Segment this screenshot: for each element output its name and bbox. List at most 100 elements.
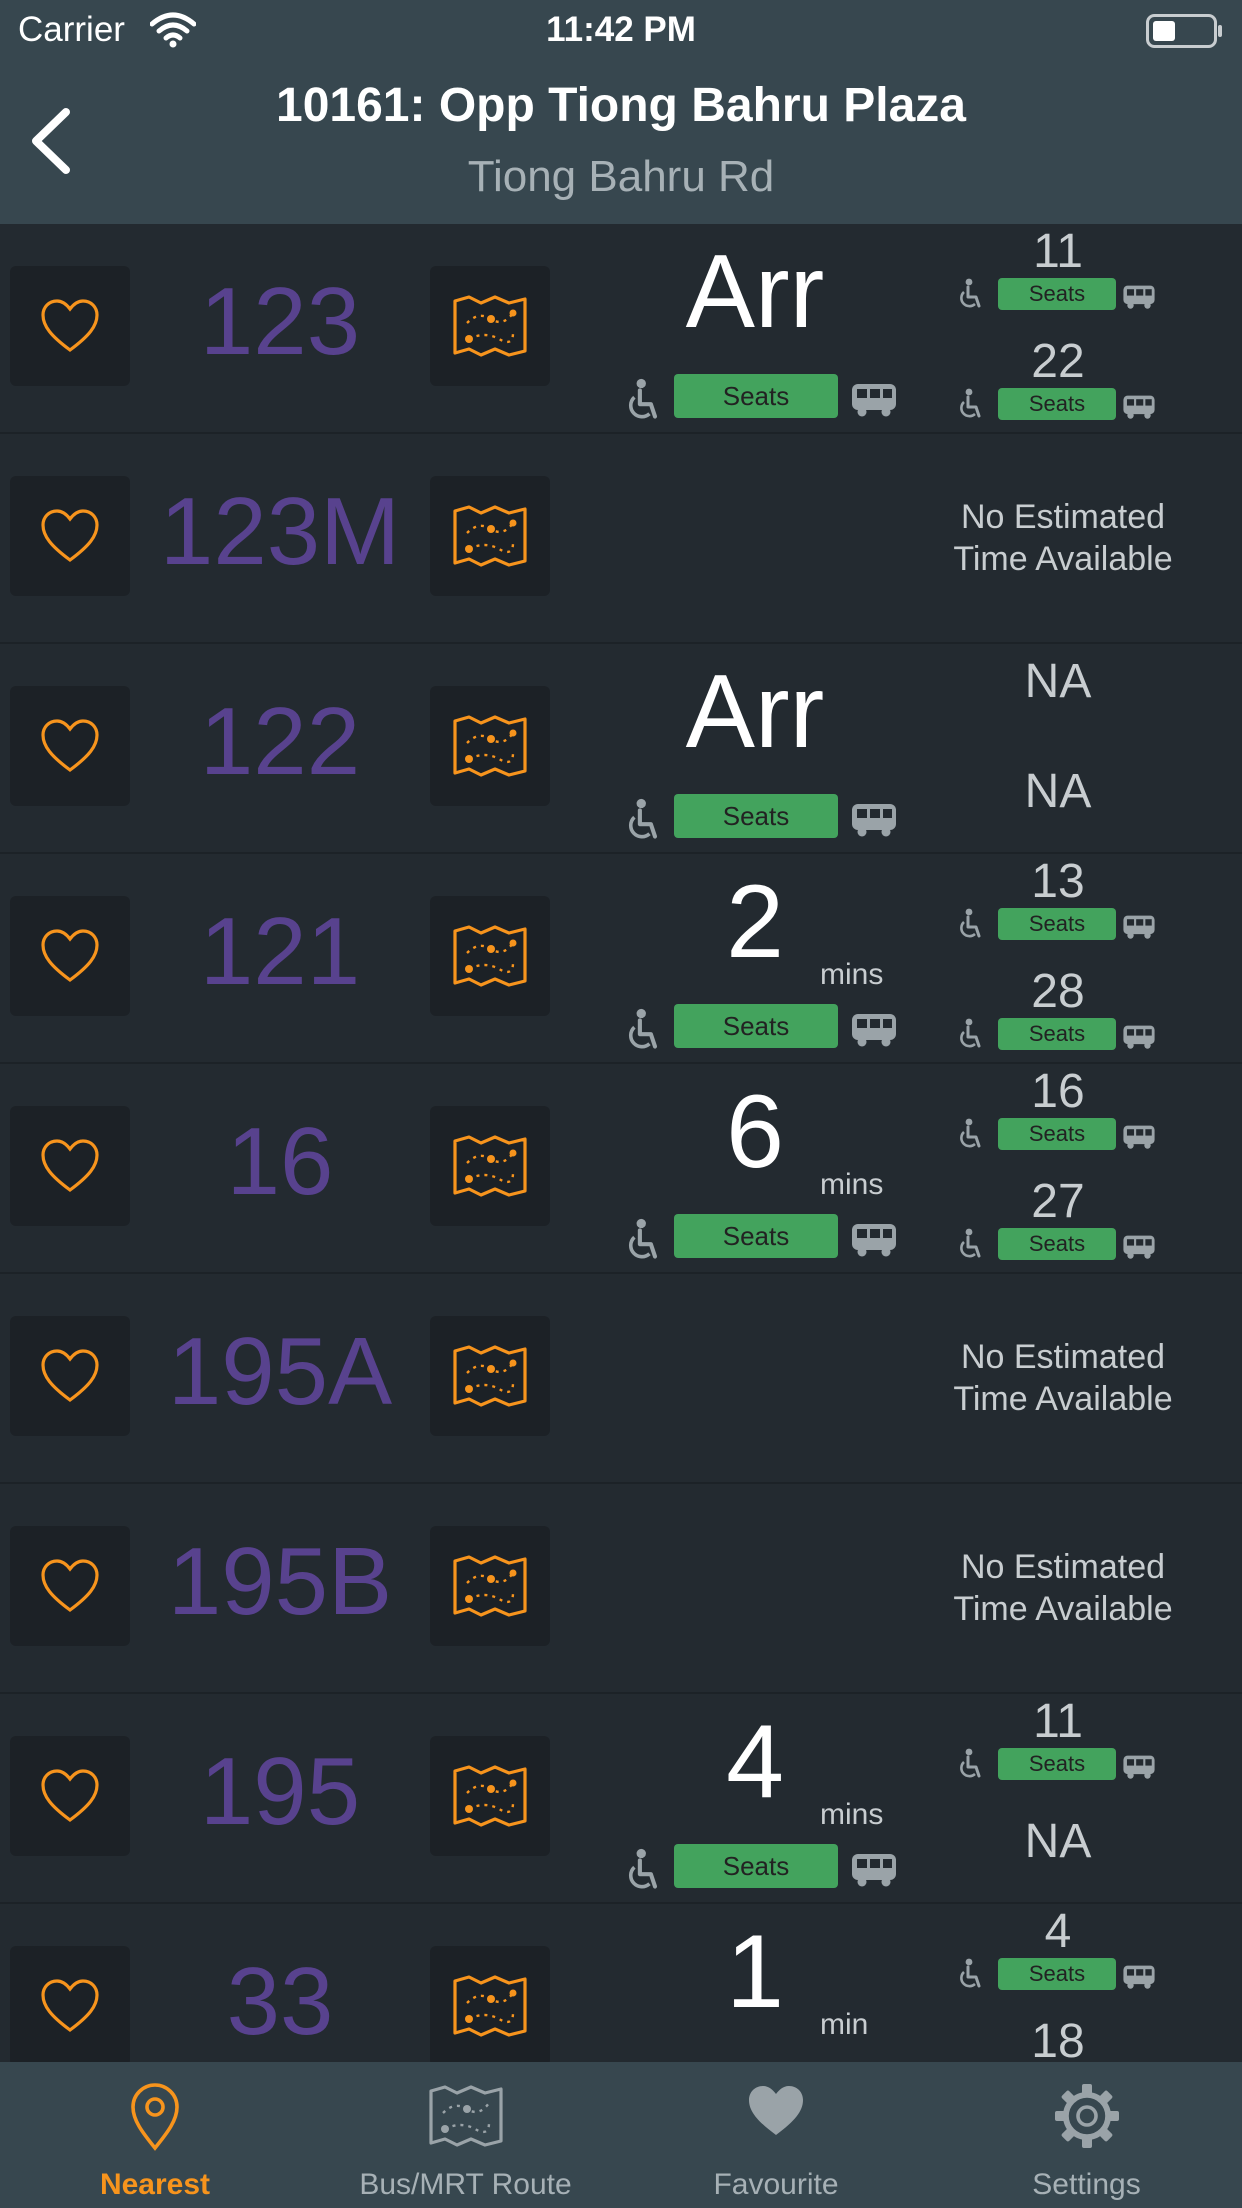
time-unit-label: mins — [820, 1798, 884, 1831]
bus-service-row[interactable]: 195A No Estimated Time Available — [0, 1274, 1242, 1484]
route-map-icon[interactable] — [430, 1106, 550, 1226]
bus-type-icon — [850, 382, 898, 418]
bus-type-icon — [1122, 1234, 1156, 1260]
navigation-bar: Carrier 11:42 PM 10161: Opp Tiong Bahru … — [0, 0, 1242, 224]
subsequent-arrival: 4 Seats — [950, 1908, 1166, 1990]
no-eta-line: No Estimated — [960, 1338, 1166, 1376]
no-eta-line: Time Available — [953, 1380, 1173, 1418]
wheelchair-accessible-icon — [958, 908, 984, 940]
arrival-indicators: Seats — [950, 1958, 1166, 1990]
service-number: 121 — [199, 898, 361, 1005]
favourite-heart-icon[interactable] — [10, 1736, 130, 1856]
subsequent-arrival: 11 Seats — [950, 228, 1166, 310]
tab-bar: Nearest Bus/MRT Route Favourite Settings — [0, 2062, 1242, 2208]
route-map-icon[interactable] — [430, 1736, 550, 1856]
tab-label: Settings — [1032, 2168, 1141, 2201]
arrival-indicators — [626, 2054, 906, 2062]
bus-service-row[interactable]: 195 4 mins Seats 11 Seats NA — [0, 1694, 1242, 1904]
arrival-unavailable: NA — [1024, 1815, 1092, 1868]
tab-settings[interactable]: Settings — [932, 2062, 1242, 2208]
wheelchair-accessible-icon — [958, 1958, 984, 1990]
arrival-indicators: Seats — [950, 278, 1166, 310]
route-map-icon[interactable] — [430, 266, 550, 386]
bus-service-row[interactable]: 33 1 min 4 Seats 18 — [0, 1904, 1242, 2062]
favourite-heart-icon[interactable] — [10, 1316, 130, 1436]
subsequent-arrival-time: 13 — [1031, 855, 1085, 908]
route-map-icon[interactable] — [430, 476, 550, 596]
load-badge: Seats — [674, 1004, 838, 1048]
arrival-list[interactable]: 123 Arr Seats 11 Seats 22 Seats 123M No Estimate… — [0, 224, 1242, 2062]
route-map-icon[interactable] — [430, 686, 550, 806]
subsequent-arrival-time: 4 — [1044, 1905, 1072, 1958]
load-badge: Seats — [998, 1118, 1116, 1150]
favourite-heart-icon[interactable] — [10, 686, 130, 806]
route-map-icon[interactable] — [430, 1526, 550, 1646]
wheelchair-accessible-icon — [626, 378, 662, 422]
arrival-indicators: Seats — [950, 388, 1166, 420]
bus-type-icon — [1122, 1754, 1156, 1780]
wheelchair-accessible-icon — [958, 1228, 984, 1260]
service-number: 195A — [167, 1318, 393, 1425]
subsequent-arrival: 28 Seats — [950, 968, 1166, 1050]
status-bar: Carrier 11:42 PM — [0, 0, 1242, 62]
subsequent-arrival: 18 — [950, 2015, 1166, 2063]
favourite-heart-icon[interactable] — [10, 1526, 130, 1646]
tab-label: Bus/MRT Route — [359, 2168, 572, 2201]
favourite-heart-icon[interactable] — [10, 476, 130, 596]
subsequent-arrival-time: 16 — [1031, 1065, 1085, 1118]
subsequent-arrival-time: 27 — [1031, 1175, 1085, 1228]
wheelchair-accessible-icon — [626, 1008, 662, 1052]
time-unit-label: min — [820, 2008, 869, 2041]
clock: 11:42 PM — [546, 10, 696, 49]
bus-type-icon — [850, 802, 898, 838]
load-badge: Seats — [674, 1214, 838, 1258]
wheelchair-accessible-icon — [626, 1218, 662, 1262]
time-unit-label: mins — [820, 1168, 884, 1201]
no-eta-message: No Estimated Time Available — [920, 1336, 1206, 1420]
bus-service-row[interactable]: 16 6 mins Seats 16 Seats 27 Seats — [0, 1064, 1242, 1274]
bus-service-row[interactable]: 195B No Estimated Time Available — [0, 1484, 1242, 1694]
route-map-icon[interactable] — [430, 896, 550, 1016]
load-badge: Seats — [674, 374, 838, 418]
favourite-heart-icon[interactable] — [10, 1106, 130, 1226]
bus-type-icon — [1122, 1964, 1156, 1990]
bus-type-icon — [1122, 1024, 1156, 1050]
load-badge: Seats — [998, 1018, 1116, 1050]
tab-favourite[interactable]: Favourite — [621, 2062, 931, 2208]
subsequent-arrival-time: 11 — [1033, 1695, 1083, 1748]
bus-type-icon — [850, 1222, 898, 1258]
favourite-heart-icon[interactable] — [10, 1946, 130, 2062]
route-map-icon[interactable] — [430, 1316, 550, 1436]
no-eta-line: No Estimated — [960, 1548, 1166, 1586]
service-number: 16 — [226, 1108, 334, 1215]
tab-label: Nearest — [99, 2168, 211, 2201]
route-map-icon[interactable] — [430, 1946, 550, 2062]
bus-service-row[interactable]: 122 Arr Seats NA NA — [0, 644, 1242, 854]
arrival-indicators: Seats — [950, 1228, 1166, 1260]
tab-nearest[interactable]: Nearest — [0, 2062, 310, 2208]
subsequent-arrival: 22 Seats — [950, 338, 1166, 420]
subsequent-arrival: NA — [950, 758, 1166, 816]
bus-type-icon — [1122, 284, 1156, 310]
service-number: 195 — [199, 1738, 361, 1845]
arrival-indicators: Seats — [950, 1018, 1166, 1050]
tab-route[interactable]: Bus/MRT Route — [311, 2062, 621, 2208]
bus-type-icon — [1122, 1124, 1156, 1150]
arrival-indicators: Seats — [950, 908, 1166, 940]
no-eta-message: No Estimated Time Available — [920, 1546, 1206, 1630]
favourite-heart-icon[interactable] — [10, 896, 130, 1016]
bus-service-row[interactable]: 121 2 mins Seats 13 Seats 28 Seats — [0, 854, 1242, 1064]
load-badge: Seats — [998, 908, 1116, 940]
subsequent-arrival-time: 22 — [1031, 335, 1085, 388]
arrival-indicators: Seats — [950, 1748, 1166, 1780]
bus-service-row[interactable]: 123M No Estimated Time Available — [0, 434, 1242, 644]
subsequent-arrival-time: 18 — [1031, 2015, 1085, 2063]
arrival-indicators: Seats — [950, 1118, 1166, 1150]
bus-service-row[interactable]: 123 Arr Seats 11 Seats 22 Seats — [0, 224, 1242, 434]
arrival-unavailable: NA — [1024, 765, 1092, 818]
subsequent-arrival-time: 28 — [1031, 965, 1085, 1018]
battery-icon — [1146, 14, 1222, 48]
favourite-heart-icon[interactable] — [10, 266, 130, 386]
subsequent-arrival-time: 11 — [1033, 225, 1083, 278]
no-eta-line: Time Available — [953, 1590, 1173, 1628]
